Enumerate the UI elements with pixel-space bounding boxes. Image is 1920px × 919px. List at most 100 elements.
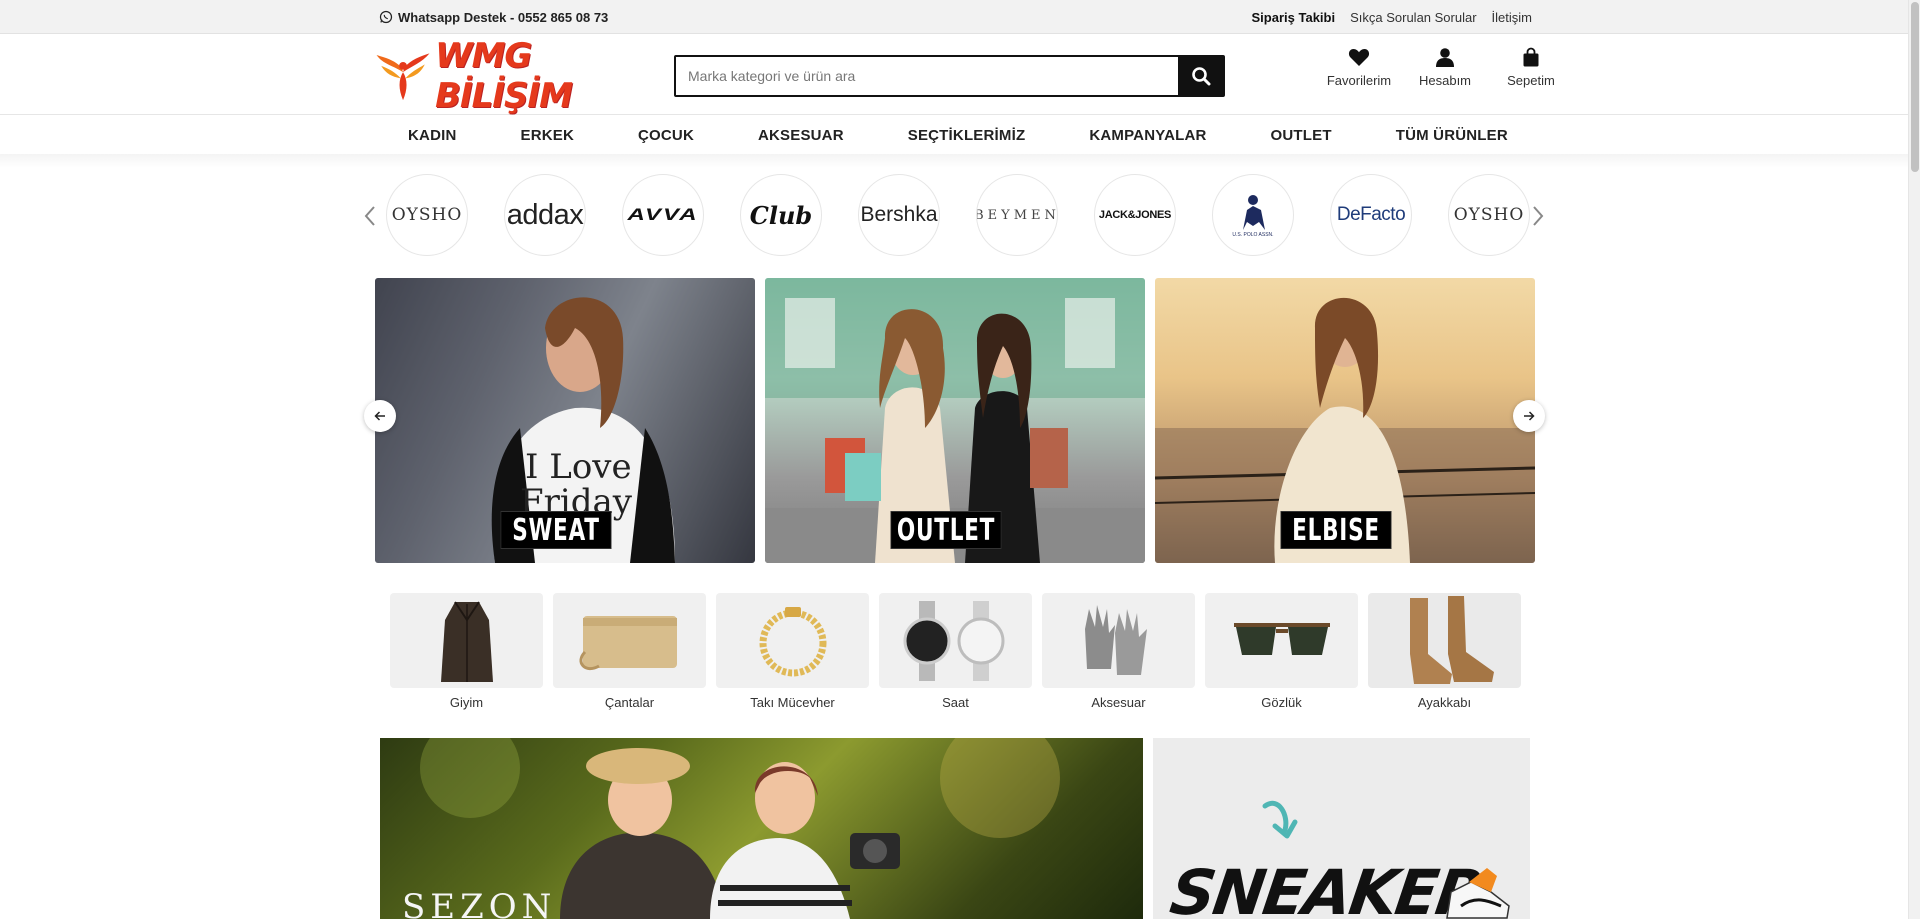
category-row: Giyim Çantalar Takı Mücevher Saat Aksesu…	[390, 593, 1521, 710]
category-giyim[interactable]: Giyim	[390, 593, 543, 710]
brand-label: AVVA	[627, 205, 699, 225]
hero-slider: I Love Friday SWEAT OUTLET ELBISE	[364, 278, 1545, 563]
nav-item-outlet[interactable]: OUTLET	[1271, 127, 1332, 144]
whatsapp-support[interactable]: Whatsapp Destek - 0552 865 08 73	[379, 10, 608, 25]
brand-beymen[interactable]: BEYMEN	[976, 174, 1058, 256]
nav-item-kampanyalar[interactable]: KAMPANYALAR	[1089, 127, 1206, 144]
page-scrollbar[interactable]	[1908, 0, 1920, 919]
search-bar	[674, 55, 1225, 97]
brand-addax[interactable]: addax	[504, 174, 586, 256]
brand-oysho-2[interactable]: OYSHO	[1448, 174, 1530, 256]
nav-shadow	[0, 154, 1908, 168]
slide-outlet[interactable]: OUTLET	[765, 278, 1145, 563]
cart-label: Sepetim	[1507, 73, 1555, 88]
clutch-bag-icon	[579, 615, 677, 670]
category-label: Çantalar	[604, 695, 655, 710]
brand-label: DeFacto	[1336, 204, 1406, 225]
chevron-right-icon	[1533, 206, 1544, 226]
category-ayakkabi[interactable]: Ayakkabı	[1368, 593, 1521, 710]
category-image	[1042, 593, 1195, 688]
category-label: Takı Mücevher	[750, 695, 835, 710]
link-faq[interactable]: Sıkça Sorulan Sorular	[1350, 10, 1476, 25]
category-label: Aksesuar	[1091, 695, 1146, 710]
season-banner-title: SEZON	[402, 887, 557, 919]
brand-carousel: OYSHO addax AVVA Club Bershka BEYMEN JAC…	[360, 174, 1550, 258]
curved-arrow-icon	[1262, 801, 1298, 839]
slider-prev-button[interactable]	[364, 400, 396, 432]
nav-item-aksesuar[interactable]: AKSESUAR	[758, 127, 844, 144]
user-icon	[1436, 48, 1454, 67]
logo-text: WMG BİLİŞİM	[435, 36, 573, 116]
gloves-icon	[1084, 604, 1147, 675]
whatsapp-text: Whatsapp Destek - 0552 865 08 73	[398, 9, 609, 25]
category-image	[553, 593, 706, 688]
whatsapp-icon	[379, 10, 393, 24]
sneaker-shoe-icon	[1446, 868, 1510, 919]
category-aksesuar[interactable]: Aksesuar	[1042, 593, 1195, 710]
brand-club[interactable]: Club	[740, 174, 822, 256]
category-gozluk[interactable]: Gözlük	[1205, 593, 1358, 710]
brand-jackjones[interactable]: JACK&JONES	[1094, 174, 1176, 256]
polo-player-icon	[1243, 195, 1265, 230]
chevron-left-icon	[364, 206, 375, 226]
category-label: Ayakkabı	[1417, 695, 1472, 710]
nav-item-erkek[interactable]: ERKEK	[520, 127, 574, 144]
brand-bershka[interactable]: Bershka	[858, 174, 940, 256]
brand-next-button[interactable]	[1528, 202, 1548, 230]
category-image	[390, 593, 543, 688]
link-contact[interactable]: İletişim	[1492, 10, 1532, 25]
brand-label: addax	[506, 198, 584, 231]
category-cantalar[interactable]: Çantalar	[553, 593, 706, 710]
category-label: Gözlük	[1261, 695, 1302, 710]
boots-icon	[1409, 595, 1494, 684]
brand-label: BEYMEN	[976, 207, 1058, 223]
scrollbar-thumb[interactable]	[1911, 2, 1919, 172]
watch-icon	[903, 600, 1004, 681]
category-label: Saat	[942, 695, 969, 710]
site-logo[interactable]: WMG BİLİŞİM	[375, 36, 625, 116]
sunglasses-icon	[1233, 622, 1330, 655]
arrow-right-icon	[1524, 411, 1535, 421]
brand-label: Bershka	[860, 203, 938, 226]
nav-item-tum-urunler[interactable]: TÜM ÜRÜNLER	[1396, 127, 1508, 144]
phoenix-logo-icon	[376, 53, 430, 101]
search-input[interactable]	[676, 57, 1178, 95]
category-saat[interactable]: Saat	[879, 593, 1032, 710]
sneaker-banner-title: SNEAKER	[1165, 856, 1488, 919]
category-image	[1368, 593, 1521, 688]
header: WMG BİLİŞİM Favorilerim Hesabım Sepetim	[0, 35, 1908, 116]
arrow-left-icon	[374, 411, 385, 421]
bracelet-icon	[759, 606, 826, 676]
slide-elbise[interactable]: ELBISE	[1155, 278, 1535, 563]
link-order-tracking[interactable]: Sipariş Takibi	[1252, 10, 1336, 25]
cart-button[interactable]: Sepetim	[1498, 47, 1564, 88]
svg-text:I Love: I Love	[525, 447, 632, 487]
sneaker-banner[interactable]: SNEAKER	[1153, 738, 1530, 919]
brand-label: JACK&JONES	[1098, 209, 1172, 221]
heart-icon	[1348, 49, 1370, 66]
search-icon	[1191, 67, 1210, 86]
main-nav: KADIN ERKEK ÇOCUK AKSESUAR SEÇTİKLERİMİZ…	[0, 116, 1908, 154]
brand-label: Club	[749, 200, 813, 230]
brand-label: U.S. POLO ASSN.	[1232, 232, 1274, 238]
brand-prev-button[interactable]	[360, 202, 380, 230]
brand-label: OYSHO	[391, 205, 463, 225]
nav-item-sectiklerimiz[interactable]: SEÇTİKLERİMİZ	[908, 127, 1026, 144]
category-taki[interactable]: Takı Mücevher	[716, 593, 869, 710]
favorites-button[interactable]: Favorilerim	[1326, 47, 1392, 88]
season-banner[interactable]: SEZON	[380, 738, 1143, 919]
brand-defacto[interactable]: DeFacto	[1330, 174, 1412, 256]
slider-next-button[interactable]	[1513, 400, 1545, 432]
nav-item-cocuk[interactable]: ÇOCUK	[638, 127, 694, 144]
brand-uspolo[interactable]: U.S. POLO ASSN.	[1212, 174, 1294, 256]
brand-avva[interactable]: AVVA	[622, 174, 704, 256]
brand-oysho[interactable]: OYSHO	[386, 174, 468, 256]
search-button[interactable]	[1178, 57, 1223, 95]
favorites-label: Favorilerim	[1326, 73, 1392, 88]
slide-sweat[interactable]: I Love Friday SWEAT	[375, 278, 755, 563]
nav-item-kadin[interactable]: KADIN	[408, 127, 457, 144]
account-button[interactable]: Hesabım	[1412, 47, 1478, 88]
top-bar: Whatsapp Destek - 0552 865 08 73 Sipariş…	[0, 0, 1908, 34]
category-image	[716, 593, 869, 688]
account-label: Hesabım	[1418, 73, 1472, 88]
